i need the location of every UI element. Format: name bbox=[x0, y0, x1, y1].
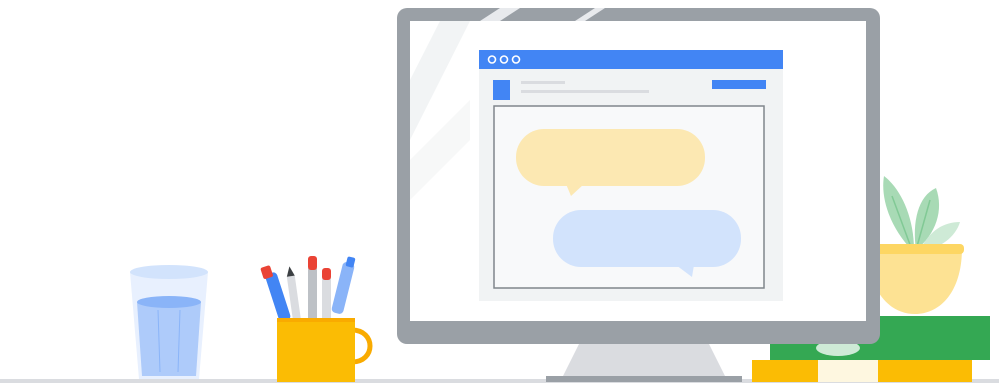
title-placeholder bbox=[521, 81, 565, 84]
cup-body bbox=[277, 318, 355, 382]
potted-plant bbox=[866, 176, 964, 314]
pen-cup bbox=[260, 256, 373, 382]
plant-pot bbox=[868, 248, 962, 314]
subtitle-placeholder bbox=[521, 90, 649, 93]
desk-illustration bbox=[0, 8, 999, 383]
water-glass bbox=[130, 265, 208, 379]
avatar-placeholder bbox=[493, 80, 510, 100]
action-button-placeholder[interactable] bbox=[712, 80, 766, 89]
chat-bubble-incoming bbox=[516, 129, 705, 196]
pens bbox=[260, 256, 356, 323]
desktop-monitor bbox=[397, 8, 880, 382]
chat-bubble-outgoing bbox=[553, 210, 741, 277]
chat-window bbox=[479, 50, 783, 301]
monitor-stand bbox=[562, 342, 726, 378]
browser-bar bbox=[479, 50, 783, 69]
